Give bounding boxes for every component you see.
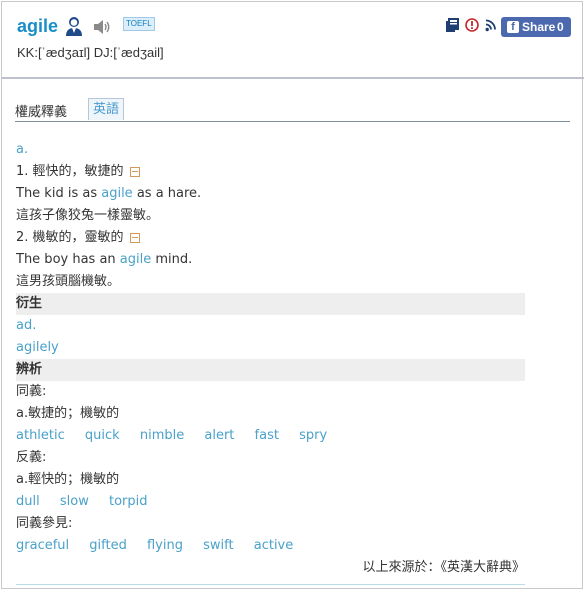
see-also-label: 同義參見: — [16, 516, 73, 531]
example-1-before: The kid is as — [16, 186, 102, 201]
entry-header: agile TOEFL KK:[ˈædʒaɪl] DJ:[ˈædʒail] f … — [2, 2, 584, 79]
see-also-link[interactable]: gifted — [89, 538, 127, 553]
collapse-icon[interactable] — [129, 166, 140, 177]
example-1-translation: 這孩子像狡兔一樣靈敏。 — [16, 208, 160, 223]
synonym-link[interactable]: quick — [85, 428, 120, 443]
example-2-before: The boy has an — [16, 252, 120, 267]
toefl-badge: TOEFL — [123, 17, 155, 31]
synonym-link[interactable]: nimble — [140, 428, 184, 443]
see-also-link[interactable]: active — [254, 538, 294, 553]
antonyms-sense: a.輕快的；機敏的 — [16, 472, 120, 487]
facebook-icon: f — [507, 21, 519, 33]
derivatives-heading: 衍生 — [16, 293, 525, 315]
sense-2-text: 2. 機敏的，靈敏的 — [16, 230, 124, 245]
source-attribution: 以上來源於：《英漢大辭典》 — [362, 560, 525, 575]
antonym-link[interactable]: dull — [16, 494, 40, 509]
example-2-after: mind. — [151, 252, 193, 267]
see-also-link[interactable]: graceful — [16, 538, 69, 553]
facebook-share-button[interactable]: f Share 0 — [501, 17, 571, 37]
share-count: 0 — [557, 20, 564, 34]
definition-tabs: 權威釋義 英語 — [15, 98, 570, 122]
part-of-speech: a. — [16, 142, 29, 157]
rss-icon[interactable] — [485, 17, 497, 33]
person-avatar-icon[interactable] — [65, 16, 83, 36]
derivative-word[interactable]: agilely — [16, 337, 525, 359]
example-1: The kid is as agile as a hare. — [16, 183, 525, 205]
pronunciation: KK:[ˈædʒaɪl] DJ:[ˈædʒail] — [17, 45, 164, 60]
share-label: Share — [522, 20, 556, 34]
tab-authority[interactable]: 權威釋義 — [15, 101, 67, 120]
book-icon[interactable] — [445, 17, 461, 33]
example-1-after: as a hare. — [132, 186, 202, 201]
see-also-link[interactable]: swift — [203, 538, 233, 553]
speaker-icon[interactable] — [93, 19, 111, 35]
synonyms-sense: a.敏捷的；機敏的 — [16, 406, 120, 421]
antonym-link[interactable]: torpid — [109, 494, 148, 509]
sense-1: 1. 輕快的，敏捷的 — [16, 161, 525, 183]
collapse-icon[interactable] — [129, 232, 140, 243]
sense-1-text: 1. 輕快的，敏捷的 — [16, 164, 124, 179]
example-2-keyword: agile — [119, 252, 152, 267]
antonyms-label: 反義: — [16, 450, 47, 465]
sense-2: 2. 機敏的，靈敏的 — [16, 227, 525, 249]
bottom-divider — [16, 584, 525, 585]
see-also-list: graceful gifted flying swift active — [16, 535, 525, 557]
synonym-link[interactable]: spry — [299, 428, 327, 443]
antonyms-list: dull slow torpid — [16, 491, 525, 513]
antonym-link[interactable]: slow — [60, 494, 89, 509]
derivative-pos: ad. — [16, 318, 37, 333]
headword: agile — [17, 16, 59, 36]
synonyms-label: 同義: — [16, 384, 47, 399]
synonym-link[interactable]: fast — [255, 428, 279, 443]
synonyms-list: athletic quick nimble alert fast spry — [16, 425, 525, 447]
definition-content: a. 1. 輕快的，敏捷的 The kid is as agile as a h… — [16, 139, 525, 557]
see-also-link[interactable]: flying — [147, 538, 183, 553]
example-2: The boy has an agile mind. — [16, 249, 525, 271]
alert-icon[interactable] — [465, 17, 479, 33]
synonym-link[interactable]: athletic — [16, 428, 65, 443]
synonym-link[interactable]: alert — [204, 428, 234, 443]
example-1-keyword: agile — [101, 186, 133, 201]
tab-english[interactable]: 英語 — [88, 98, 124, 120]
analysis-heading: 辨析 — [16, 359, 525, 381]
example-2-translation: 這男孩頭腦機敏。 — [16, 274, 121, 289]
